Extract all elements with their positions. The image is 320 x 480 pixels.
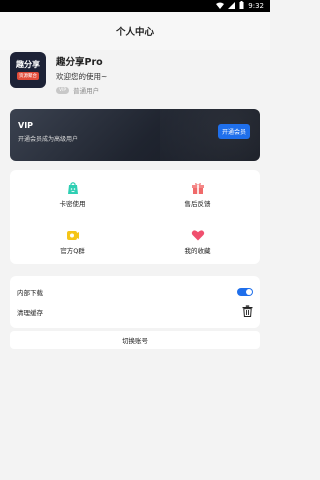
open-vip-button[interactable]: 开通会员 (217, 124, 250, 139)
user-level: 普通用户 (73, 87, 100, 95)
vip-card-subtitle: 开通会员成为高级用户 (18, 136, 79, 143)
clear-cache-label: 清理缓存 (17, 309, 43, 317)
profile-section: 趣分享 资源聚合 趣分享Pro 欢迎您的使用~ VIP 普通用户 (0, 50, 270, 96)
switch-account-button[interactable]: 切换账号 (10, 331, 260, 349)
battery-icon (239, 1, 244, 11)
status-time: 9:32 (248, 2, 264, 10)
qq-group-icon (66, 227, 80, 241)
bag-icon (66, 180, 80, 194)
app-logo-text: 趣分享 (16, 60, 40, 69)
app-logo: 趣分享 资源聚合 (10, 52, 46, 88)
welcome-text: 欢迎您的使用~ (56, 72, 108, 81)
feature-label: 售后反馈 (184, 199, 211, 208)
vip-card: VIP 开通会员成为高级用户 开通会员 (10, 109, 260, 161)
download-toggle[interactable] (237, 288, 253, 296)
signal-icon (228, 1, 236, 11)
status-bar: 9:32 (0, 0, 270, 12)
settings-list: 内部下载 清理缓存 (10, 276, 260, 328)
feature-label: 我的收藏 (184, 246, 211, 255)
setting-row-clear-cache[interactable]: 清理缓存 (10, 302, 260, 322)
page-title: 个人中心 (115, 27, 154, 38)
feature-label: 卡密使用 (59, 199, 86, 208)
feature-card-favorites[interactable]: 我的收藏 (135, 217, 260, 264)
wifi-icon (216, 2, 225, 11)
vip-badge: VIP (56, 86, 70, 94)
feature-grid: 卡密使用 售后反馈 官方Q群 我的收藏 (10, 170, 260, 264)
trash-icon[interactable] (242, 305, 253, 319)
gift-icon (191, 180, 205, 194)
app-name: 趣分享Pro (56, 57, 103, 68)
feature-card-feedback[interactable]: 售后反馈 (135, 170, 260, 217)
switch-account-label: 切换账号 (122, 337, 148, 345)
app-logo-subtext: 资源聚合 (17, 72, 39, 80)
vip-card-title: VIP (18, 121, 34, 130)
download-label: 内部下载 (17, 289, 43, 297)
feature-card-qq-group[interactable]: 官方Q群 (10, 217, 135, 264)
setting-row-download: 内部下载 (10, 282, 260, 302)
feature-label: 官方Q群 (60, 246, 85, 255)
heart-icon (191, 227, 205, 241)
feature-card-code[interactable]: 卡密使用 (10, 170, 135, 217)
page-header: 个人中心 (0, 12, 270, 50)
